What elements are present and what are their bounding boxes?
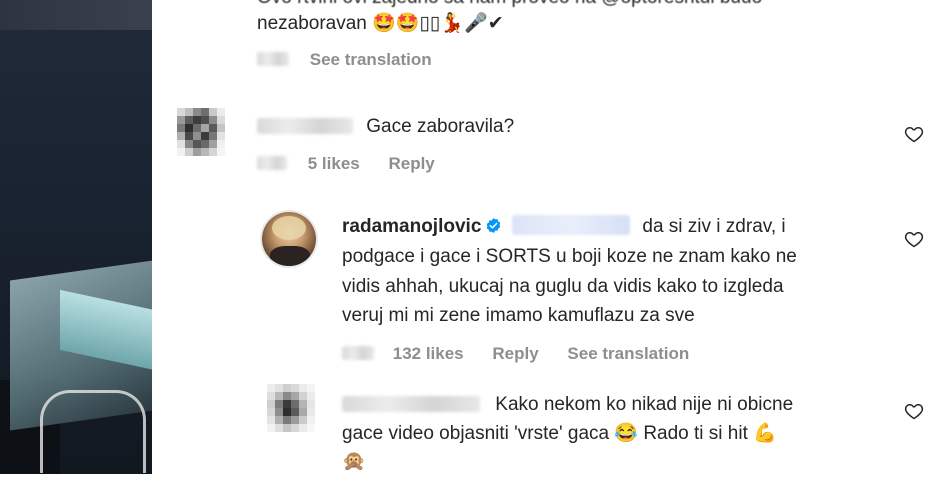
verified-badge-icon — [487, 218, 501, 233]
post-media-image — [0, 0, 152, 474]
comment-meta: See translation — [257, 50, 456, 70]
username-blurred[interactable] — [342, 396, 480, 412]
timestamp-blurred — [257, 156, 287, 170]
heart-icon[interactable] — [904, 124, 924, 144]
comment-body: radamanojlovic da si ziv i zdrav, i — [342, 212, 786, 242]
comment-text-line: 🙊 — [342, 451, 366, 472]
comment-text-line: nezaboravan 🤩🤩▯▯💃🎤✔ — [257, 9, 504, 39]
comment-meta: 132 likes Reply See translation — [342, 344, 713, 364]
comment-username[interactable]: radamanojlovic — [342, 216, 481, 237]
comment-emoji: 🤩🤩▯▯💃🎤✔ — [372, 13, 504, 34]
comment-meta: 5 likes Reply — [257, 154, 459, 174]
muscle-emoji: 💪 — [753, 423, 777, 444]
username-blurred[interactable] — [257, 118, 353, 134]
comment-text: da si ziv i zdrav, i — [642, 216, 786, 237]
comment-text: nezaboravan — [257, 13, 367, 34]
heart-icon[interactable] — [904, 229, 924, 249]
comments-panel: Ovo rtvini ovi zajedno sa nam proveo na … — [152, 0, 940, 474]
see-translation-button[interactable]: See translation — [310, 50, 432, 69]
avatar[interactable] — [260, 210, 318, 268]
see-translation-button[interactable]: See translation — [567, 344, 689, 363]
likes-count[interactable]: 5 likes — [308, 154, 360, 173]
avatar[interactable] — [177, 108, 225, 156]
comment-body: Gace zaboravila? — [257, 112, 514, 142]
avatar[interactable] — [267, 384, 315, 432]
comment-text-line: veruj mi mi zene imamo kamuflazu za sve — [342, 305, 695, 326]
reply-button[interactable]: Reply — [388, 154, 434, 173]
comment-text: Rado ti si hit — [643, 423, 748, 444]
timestamp-blurred — [257, 52, 289, 66]
reply-button[interactable]: Reply — [492, 344, 538, 363]
comment-text-line: gace video objasniti 'vrste' gaca 😂 Rado… — [342, 419, 777, 449]
mention-blurred[interactable] — [512, 215, 631, 235]
laughing-emoji: 😂 — [614, 423, 639, 444]
timestamp-blurred — [342, 346, 374, 360]
comment-text-line: vidis ahhah, ukucaj na guglu da vidis ka… — [342, 276, 784, 297]
likes-count[interactable]: 132 likes — [393, 344, 464, 363]
heart-icon[interactable] — [904, 401, 924, 421]
comment-text: Gace zaboravila? — [366, 116, 515, 137]
comment-text: gace video objasniti 'vrste' gaca — [342, 423, 610, 444]
comment-body: Kako nekom ko nikad nije ni obicne — [342, 390, 793, 420]
comment-text: Kako nekom ko nikad nije ni obicne — [495, 394, 794, 415]
comment-text-line: podgace i gace i SORTS u boji koze ne zn… — [342, 246, 797, 267]
